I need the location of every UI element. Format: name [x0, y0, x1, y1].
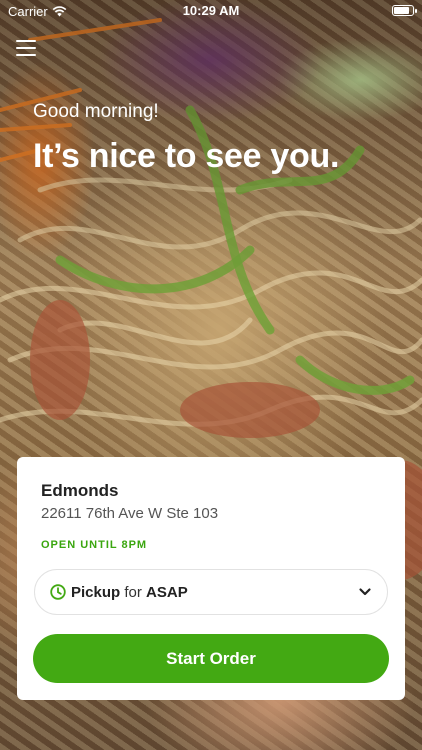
- order-time-selector[interactable]: Pickup for ASAP: [34, 569, 388, 615]
- hamburger-menu-icon[interactable]: [16, 40, 36, 56]
- store-card: Edmonds 22611 76th Ave W Ste 103 OPEN UN…: [17, 457, 405, 700]
- start-order-button[interactable]: Start Order: [33, 634, 389, 683]
- store-hours: OPEN UNTIL 8PM: [41, 539, 148, 551]
- order-type-summary: Pickup for ASAP: [71, 584, 188, 601]
- greeting-text: Good morning!: [33, 101, 159, 122]
- store-name: Edmonds: [41, 481, 119, 500]
- menu-line: [16, 54, 36, 56]
- menu-line: [16, 47, 36, 49]
- status-bar: Carrier 10:29 AM: [0, 0, 422, 22]
- clock-icon: [50, 584, 66, 600]
- battery-level: [394, 7, 410, 14]
- battery-icon: [392, 5, 417, 16]
- order-type: Pickup: [71, 583, 121, 601]
- store-address: 22611 76th Ave W Ste 103: [41, 505, 219, 522]
- status-time: 10:29 AM: [182, 3, 240, 18]
- menu-line: [16, 40, 36, 42]
- welcome-headline: It’s nice to see you.: [33, 137, 340, 175]
- chevron-down-icon: [359, 588, 371, 596]
- order-connector: for: [124, 583, 142, 601]
- order-time: ASAP: [146, 583, 188, 601]
